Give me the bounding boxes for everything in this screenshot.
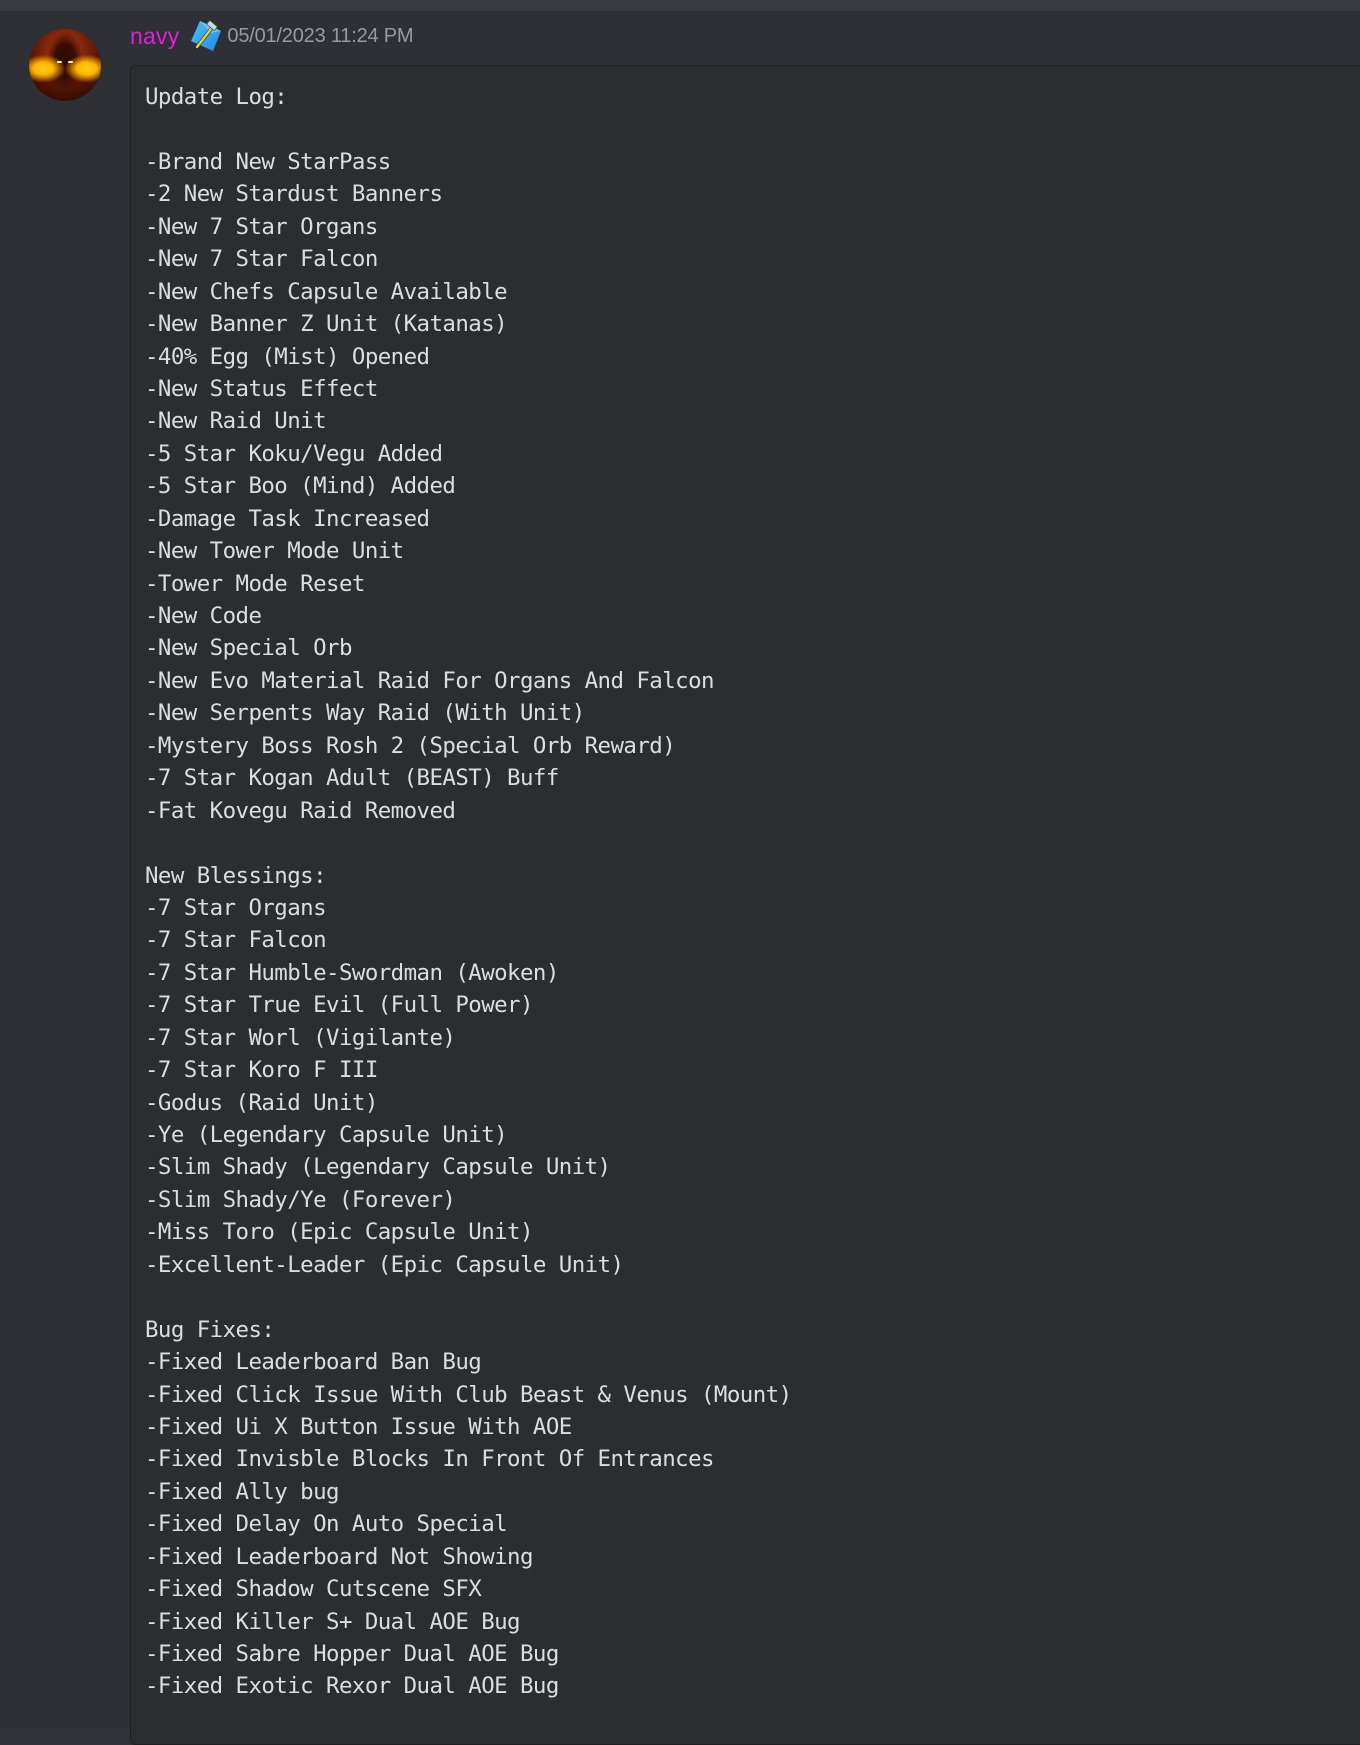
code-line: -New Tower Mode Unit [145,538,404,565]
code-line: -New 7 Star Organs [145,213,378,240]
code-line: -7 Star Kogan Adult (BEAST) Buff [145,765,559,792]
code-line: -Mystery Boss Rosh 2 (Special Orb Reward… [145,732,676,759]
code-line: -7 Star Humble-Swordman (Awoken) [145,959,559,986]
code-line: -Fat Kovegu Raid Removed [145,797,456,824]
code-line: -New Special Orb [145,635,352,662]
user-avatar[interactable] [29,29,101,101]
code-line: -Brand New StarPass [145,148,391,175]
code-line: -Fixed Delay On Auto Special [145,1511,508,1538]
developer-hammer-badge-icon[interactable] [187,19,223,53]
code-line: -Fixed Leaderboard Not Showing [145,1543,533,1570]
code-line: -Fixed Sabre Hopper Dual AOE Bug [145,1641,559,1667]
avatar-eye-right [68,61,73,63]
code-line: -5 Star Boo (Mind) Added [145,473,456,500]
avatar-eye-left [57,61,62,63]
code-line: -Slim Shady/Ye (Forever) [145,1186,456,1213]
message-header: navy 05/01/2023 11:24 PM [130,19,414,53]
code-block-content: Update Log: -Brand New StarPass -2 New St… [145,81,792,1703]
code-line: -New Status Effect [145,375,378,402]
message-timestamp: 05/01/2023 11:24 PM [227,24,414,47]
code-line: -Fixed Ui X Button Issue With AOE [145,1413,572,1440]
code-line: -7 Star Falcon [145,927,327,954]
code-line: -New Raid Unit [145,408,327,435]
code-line: -Slim Shady (Legendary Capsule Unit) [145,1154,611,1181]
code-line: -New Banner Z Unit (Katanas) [145,311,508,338]
username[interactable]: navy [130,23,179,50]
code-line: -Godus (Raid Unit) [145,1089,378,1116]
code-line: -7 Star Koro F III [145,1057,378,1084]
code-line: -Ye (Legendary Capsule Unit) [145,1122,508,1148]
code-line: -New Evo Material Raid For Organs And Fa… [145,667,714,694]
code-line: -7 Star True Evil (Full Power) [145,992,533,1019]
code-line: -Fixed Leaderboard Ban Bug [145,1349,482,1376]
code-line: -Fixed Killer S+ Dual AOE Bug [145,1608,521,1635]
code-line: -Excellent-Leader (Epic Capsule Unit) [145,1251,624,1278]
code-line: -Fixed Click Issue With Club Beast & Ven… [145,1381,792,1408]
code-line: -40% Egg (Mist) Opened [145,343,430,370]
code-line: -Fixed Invisble Blocks In Front Of Entra… [145,1446,714,1473]
code-line: Bug Fixes: [145,1316,275,1343]
code-line: -Fixed Ally bug [145,1478,340,1505]
code-line: Update Log: [145,84,288,110]
code-line: -New Chefs Capsule Available [145,278,508,305]
code-line: -Fixed Exotic Rexor Dual AOE Bug [145,1673,559,1700]
code-line: -Miss Toro (Epic Capsule Unit) [145,1219,533,1246]
code-line: -7 Star Organs [145,894,327,921]
code-line: -Fixed Shadow Cutscene SFX [145,1576,482,1603]
code-block: Update Log: -Brand New StarPass -2 New St… [130,65,1360,1745]
code-line: -New Code [145,603,262,629]
code-line: New Blessings: [145,862,327,889]
previous-message-edge [0,0,1360,11]
code-line: -New Serpents Way Raid (With Unit) [145,700,585,727]
code-line: -7 Star Worl (Vigilante) [145,1024,456,1051]
code-line: -New 7 Star Falcon [145,246,378,273]
code-line: -Tower Mode Reset [145,570,365,597]
code-line: -2 New Stardust Banners [145,181,443,208]
code-line: -5 Star Koku/Vegu Added [145,440,443,467]
code-line: -Damage Task Increased [145,505,430,532]
